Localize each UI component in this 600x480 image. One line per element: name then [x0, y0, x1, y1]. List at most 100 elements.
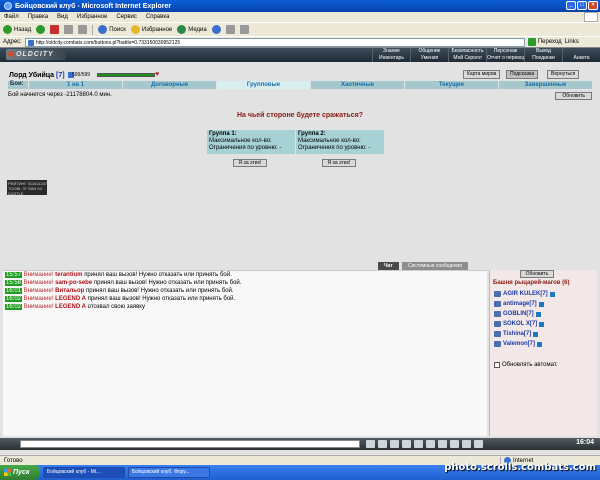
private-message-icon[interactable] — [494, 331, 501, 337]
history-button[interactable] — [211, 25, 221, 34]
private-message-icon[interactable] — [494, 291, 501, 297]
message-nick[interactable]: Витальор — [55, 288, 84, 294]
filter-icon[interactable] — [402, 440, 411, 448]
player-name[interactable]: antimage[7] — [503, 299, 537, 309]
player-name[interactable]: GOBLIN[7] — [503, 309, 534, 319]
clear-icon[interactable] — [378, 440, 387, 448]
people-icon[interactable] — [462, 440, 471, 448]
message-time[interactable]: 16:02 — [5, 304, 23, 310]
forward-button[interactable] — [36, 25, 46, 34]
nav-communication[interactable]: Общение — [410, 48, 448, 55]
tab-system-messages[interactable]: Системные сообщения — [402, 262, 468, 270]
taskbar-item-ie[interactable]: Бойцовский клуб - Mi... — [43, 467, 125, 478]
private-message-icon[interactable] — [494, 321, 501, 327]
tab-contract[interactable]: Договорные — [122, 81, 216, 89]
mail-button[interactable] — [225, 25, 235, 34]
nav-exit[interactable]: Выход — [524, 48, 562, 55]
message-nick[interactable]: terantium — [55, 272, 82, 278]
nav-security[interactable]: Безопасность — [448, 48, 486, 55]
scroll-icon[interactable] — [450, 440, 459, 448]
rating-banner[interactable]: РЕЙТИНГ 0116112478 TOOBL 37 SAN 04 CASTL… — [7, 180, 49, 196]
info-icon[interactable] — [538, 301, 544, 307]
message-time[interactable]: 16:01 — [5, 288, 23, 294]
player-name[interactable]: AGIR KULEK[7] — [503, 289, 548, 299]
auto-update-checkbox[interactable] — [494, 362, 500, 368]
info-icon[interactable] — [535, 311, 541, 317]
info-icon[interactable] — [549, 291, 555, 297]
player-list-item[interactable]: Valemon[7] — [494, 339, 555, 349]
tab-chaotic[interactable]: Хаотичные — [310, 81, 404, 89]
media-button[interactable]: Медиа — [177, 25, 207, 34]
join-group-2-button[interactable]: Я за этих! — [322, 159, 356, 167]
menu-file[interactable]: Файл — [4, 14, 19, 20]
menu-view[interactable]: Вид — [57, 14, 68, 20]
nav-inventory[interactable]: Инвентарь — [372, 55, 410, 62]
smile-icon[interactable] — [390, 440, 399, 448]
message-nick[interactable]: LEGEND A — [55, 304, 86, 310]
nav-transfers[interactable]: Отчет о переводах — [486, 55, 524, 62]
go-button[interactable]: Переход — [527, 38, 562, 46]
menu-tools[interactable]: Сервис — [116, 14, 137, 20]
tab-group[interactable]: Групповые — [216, 81, 310, 89]
chat-input[interactable] — [20, 440, 360, 448]
translit-icon[interactable] — [414, 440, 423, 448]
links-button[interactable]: Links — [565, 39, 579, 45]
hint-button[interactable]: Подсказка — [506, 70, 539, 79]
sound-icon[interactable] — [426, 440, 435, 448]
menu-help[interactable]: Справка — [146, 14, 170, 20]
tab-chat[interactable]: Чат — [378, 262, 399, 270]
info-icon[interactable] — [539, 321, 545, 327]
game-logo[interactable]: OLDCITY — [6, 49, 66, 60]
player-name[interactable]: SOKOL X[7] — [503, 319, 537, 329]
message-time[interactable]: 15:57 — [5, 272, 23, 278]
nav-skills[interactable]: Умения — [410, 55, 448, 62]
tab-finished[interactable]: Завершенные — [498, 81, 592, 89]
player-list-item[interactable]: GOBLIN[7] — [494, 309, 555, 319]
print-button[interactable] — [239, 25, 249, 34]
join-group-1-button[interactable]: Я за этих! — [233, 159, 267, 167]
message-time[interactable]: 15:58 — [5, 280, 23, 286]
favorites-button[interactable]: Избранное — [130, 25, 172, 34]
start-button[interactable]: Пуск — [0, 465, 40, 480]
search-button[interactable]: Поиск — [98, 25, 126, 34]
maximize-icon[interactable]: □ — [577, 1, 587, 10]
nav-profile[interactable]: Анкета — [562, 55, 600, 62]
player-list-item[interactable]: SOKOL X[7] — [494, 319, 555, 329]
message-nick[interactable]: LEGEND A — [55, 296, 86, 302]
close-icon[interactable]: × — [588, 1, 598, 10]
private-message-icon[interactable] — [494, 341, 501, 347]
message-nick[interactable]: sam-po-sebe — [55, 280, 92, 286]
nav-character[interactable]: Персонаж — [486, 48, 524, 55]
refresh-button[interactable] — [64, 25, 74, 34]
refresh-game-button[interactable]: Обновить — [555, 92, 592, 100]
taskbar-item-forum[interactable]: Бойцовский клуб. Фору... — [128, 467, 210, 478]
nav-duels[interactable]: Поединки — [524, 55, 562, 62]
world-map-button[interactable]: Карта миров — [463, 70, 501, 79]
player-list-item[interactable]: Tishina[7] — [494, 329, 555, 339]
info-icon[interactable] — [537, 341, 543, 347]
back-game-button[interactable]: Вернуться — [547, 70, 580, 79]
battle-icon[interactable] — [474, 440, 483, 448]
minimize-icon[interactable]: _ — [566, 1, 576, 10]
back-button[interactable]: Назад — [3, 25, 31, 34]
info-icon[interactable] — [533, 331, 539, 337]
player-name[interactable]: Tishina[7] — [503, 329, 531, 339]
room-update-button[interactable]: Обновить — [520, 270, 554, 278]
home-button[interactable] — [78, 25, 88, 34]
nav-my-scroll[interactable]: Мой Скролл — [448, 55, 486, 62]
send-icon[interactable] — [366, 440, 375, 448]
message-time[interactable]: 16:02 — [5, 296, 23, 302]
tab-current[interactable]: Текущие — [404, 81, 498, 89]
tab-1v1[interactable]: 1 на 1 — [28, 81, 122, 89]
menu-favorites[interactable]: Избранное — [77, 14, 107, 20]
menu-edit[interactable]: Правка — [28, 14, 48, 20]
settings-icon[interactable] — [438, 440, 447, 448]
address-input[interactable]: http://oldcity.combats.com/buttons.pl?ba… — [24, 37, 525, 47]
stop-button[interactable] — [50, 25, 60, 34]
player-list-item[interactable]: AGIR KULEK[7] — [494, 289, 555, 299]
auto-update-option[interactable]: Обновлять автомат. — [494, 362, 558, 368]
player-name[interactable]: Valemon[7] — [503, 339, 535, 349]
private-message-icon[interactable] — [494, 311, 501, 317]
nav-knowledge[interactable]: Знание — [372, 48, 410, 55]
player-list-item[interactable]: antimage[7] — [494, 299, 555, 309]
